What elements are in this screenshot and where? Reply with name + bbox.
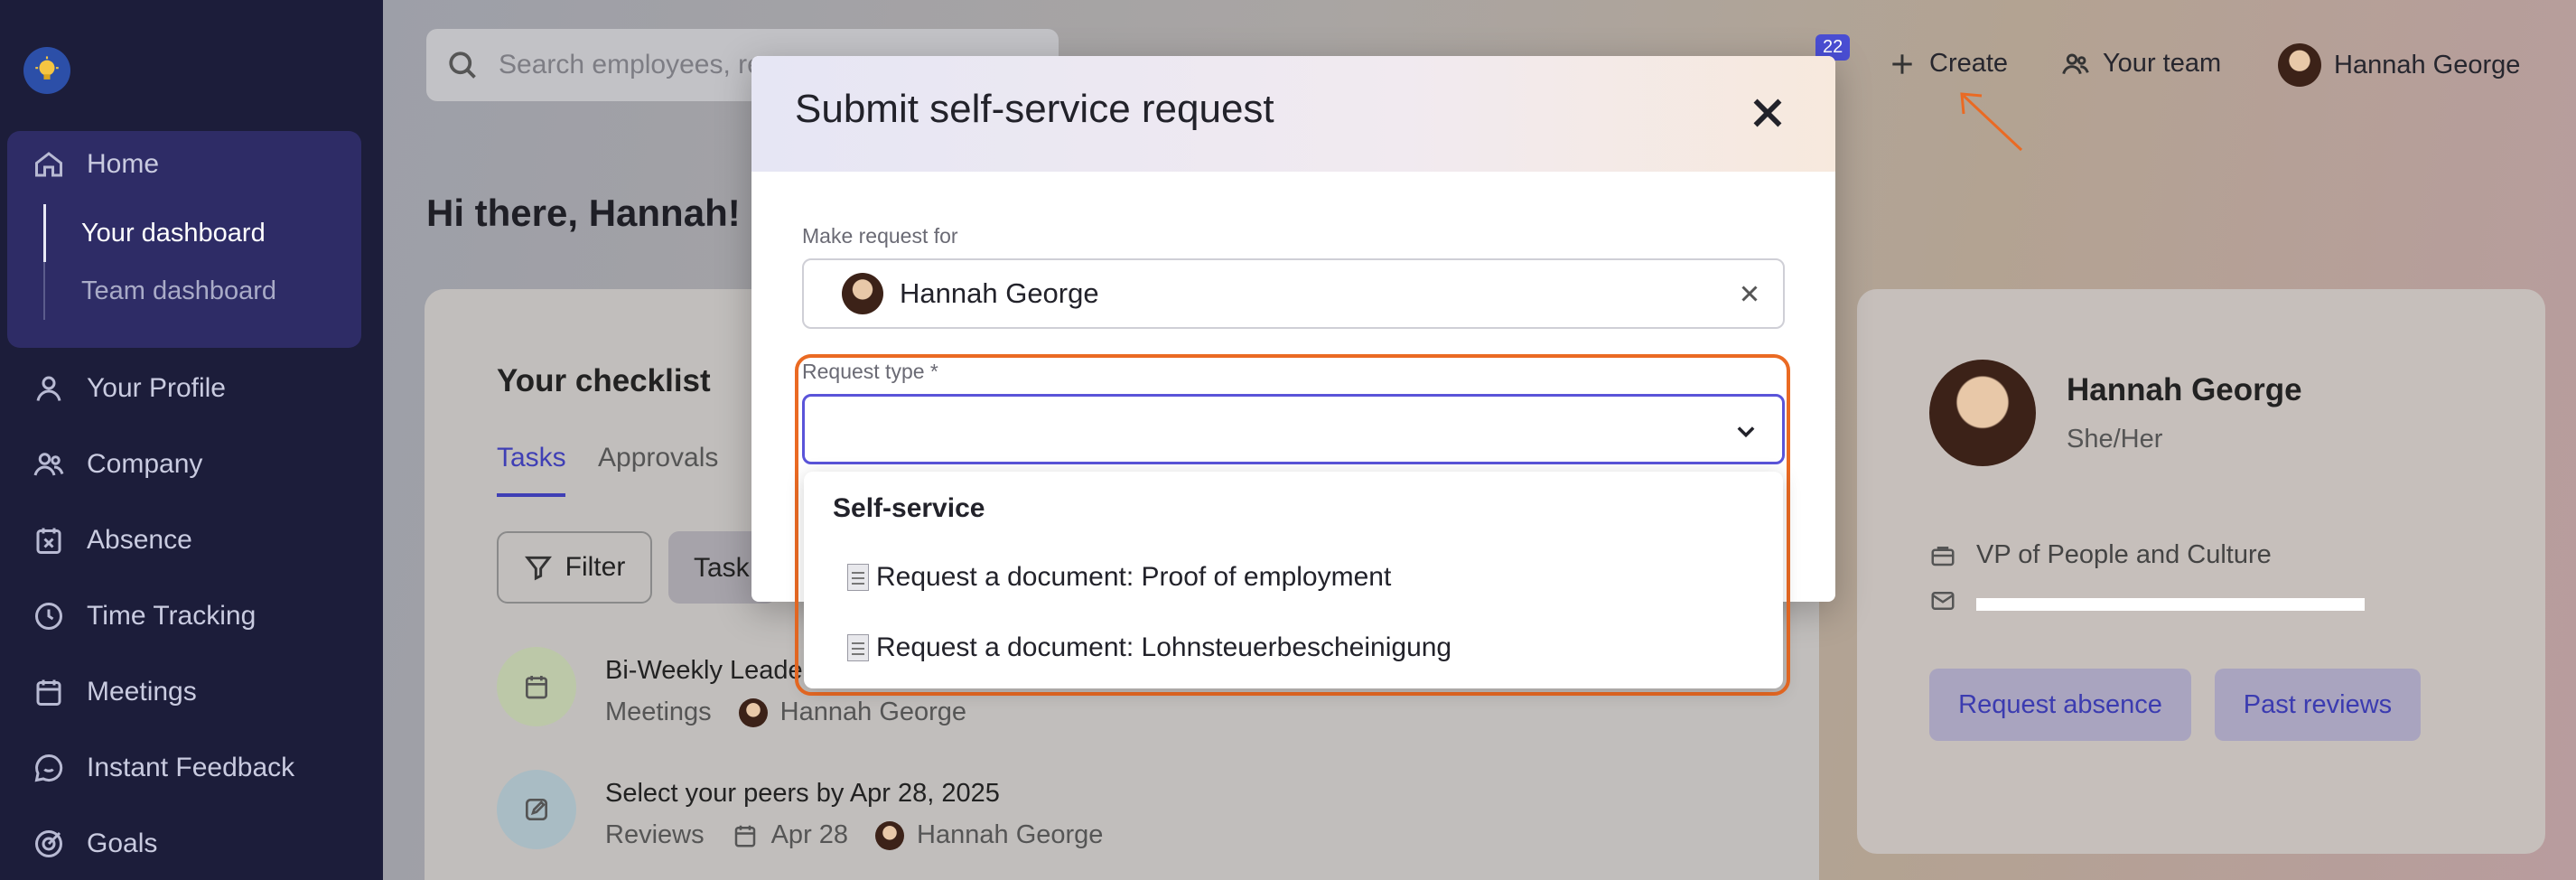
avatar [875, 820, 905, 850]
task-meta: Reviews Apr 28 Hannah George [605, 820, 1104, 850]
task-meta: Meetings Hannah George [605, 697, 967, 727]
subnav-active-indicator [43, 204, 46, 262]
briefcase-icon [1931, 546, 1955, 566]
sidebar-item-team-dashboard[interactable]: Team dashboard [81, 276, 276, 306]
document-icon [847, 564, 869, 591]
your-team-button[interactable]: Your team [2061, 49, 2221, 79]
tab-active-underline [497, 493, 565, 497]
profile-pronouns: She/Her [2067, 425, 2163, 454]
close-button[interactable] [1747, 92, 1788, 134]
dropdown-option-lohnsteuerbescheinigung[interactable]: Request a document: Lohnsteuerbescheinig… [847, 632, 1451, 663]
avatar [842, 273, 883, 314]
user-menu[interactable]: Hannah George [2278, 43, 2520, 87]
review-task-icon [497, 770, 576, 849]
sidebar-item-home[interactable]: Home [33, 148, 159, 181]
sidebar-item-absence[interactable]: Absence [33, 524, 192, 557]
page-greeting: Hi there, Hannah! [426, 192, 741, 234]
filter-button[interactable]: Filter [497, 531, 652, 604]
sidebar-item-meetings[interactable]: Meetings [33, 676, 197, 708]
people-icon [33, 453, 64, 476]
request-type-label: Request type * [802, 360, 938, 383]
dropdown-group-label: Self-service [833, 493, 985, 523]
calendar-x-icon [36, 528, 61, 554]
sidebar-item-your-dashboard[interactable]: Your dashboard [81, 219, 266, 248]
create-button[interactable]: Create [1888, 49, 2008, 79]
home-icon [35, 152, 62, 177]
clock-icon [35, 603, 62, 630]
profile-job-title: VP of People and Culture [1929, 540, 2272, 570]
avatar [2278, 43, 2321, 87]
calendar-icon [734, 825, 755, 847]
sidebar-item-time-tracking[interactable]: Time Tracking [33, 600, 256, 632]
close-icon [1753, 98, 1782, 127]
target-icon [35, 830, 62, 857]
tab-tasks[interactable]: Tasks [497, 443, 566, 473]
request-for-field[interactable]: Hannah George [802, 258, 1785, 329]
sidebar-item-instant-feedback[interactable]: Instant Feedback [33, 752, 294, 784]
search-placeholder: Search employees, re [499, 50, 762, 80]
mail-icon [1931, 592, 1955, 610]
past-reviews-button[interactable]: Past reviews [2215, 669, 2421, 741]
tab-approvals[interactable]: Approvals [598, 443, 718, 473]
plus-icon [1892, 53, 1912, 74]
profile-email [1929, 587, 2365, 614]
checklist-title: Your checklist [497, 363, 711, 398]
request-for-label: Make request for [802, 224, 958, 248]
chat-smile-icon [34, 754, 63, 782]
sidebar-item-your-profile[interactable]: Your Profile [33, 372, 226, 405]
filter-icon [524, 556, 552, 581]
request-absence-button[interactable]: Request absence [1929, 669, 2191, 741]
task-title[interactable]: Select your peers by Apr 28, 2025 [605, 779, 1000, 809]
document-icon [847, 634, 869, 661]
edit-icon [526, 799, 547, 820]
modal-title: Submit self-service request [795, 87, 1274, 131]
profile-name: Hannah George [2067, 372, 2302, 407]
chevron-down-icon [1737, 426, 1755, 438]
sidebar-item-company[interactable]: Company [33, 448, 202, 481]
meeting-task-icon [497, 647, 576, 726]
dropdown-option-proof-of-employment[interactable]: Request a document: Proof of employment [847, 562, 1391, 593]
profile-avatar [1929, 360, 2036, 466]
close-icon [1741, 286, 1758, 302]
clear-selection-button[interactable] [1736, 280, 1763, 307]
lightbulb-logo-icon[interactable] [23, 47, 70, 94]
search-icon [449, 51, 476, 79]
avatar [738, 697, 768, 727]
request-type-select[interactable] [802, 394, 1785, 464]
calendar-icon [36, 679, 61, 706]
sidebar-item-goals[interactable]: Goals [33, 828, 157, 860]
sidebar: Home Your dashboard Team dashboard Your … [0, 0, 383, 880]
calendar-icon [526, 676, 547, 699]
people-icon [2062, 53, 2089, 74]
task-title[interactable]: Bi-Weekly Leade [605, 656, 803, 686]
request-type-dropdown: Self-service Request a document: Proof o… [804, 472, 1783, 688]
annotation-arrow [1951, 87, 2032, 159]
person-icon [36, 376, 61, 401]
redacted-email [1976, 598, 2365, 611]
